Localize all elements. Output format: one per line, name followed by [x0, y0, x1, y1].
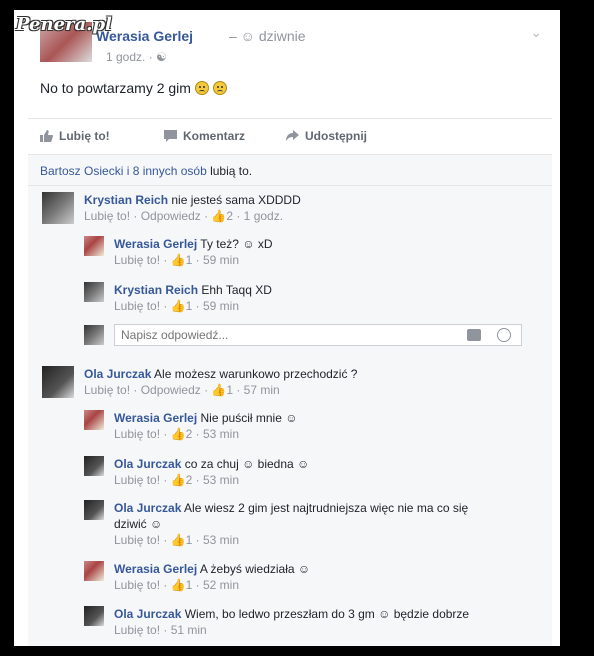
facebook-post-card: Werasia Gerlej – ☺ dziwnie 1 godz. · ☯ ⌄… — [14, 10, 560, 646]
comment-text: Ehh Taqq XD — [201, 283, 272, 297]
comment-text: A żebyś wiedziała ☺ — [199, 562, 311, 576]
comment-author[interactable]: Werasia Gerlej — [114, 411, 197, 425]
reply-input[interactable] — [115, 325, 455, 345]
likes-summary-text[interactable]: Bartosz Osiecki i 8 innych osób lubią to… — [40, 164, 252, 178]
comment-meta[interactable]: Lubię to! · 👍2 · 53 min — [114, 473, 239, 487]
comment-meta[interactable]: Lubię to! · 51 min — [114, 623, 207, 637]
comment-author[interactable]: Werasia Gerlej — [114, 562, 197, 576]
reply: Ola Jurczak co za chuj ☺ biedna ☺ Lubię … — [114, 456, 309, 488]
share-arrow-icon — [286, 130, 299, 141]
reply: Krystian Reich Ehh Taqq XD Lubię to! · 👍… — [114, 282, 272, 314]
reply: Werasia Gerlej Nie puścił mnie ☺ Lubię t… — [114, 410, 297, 442]
friends-icon: ☯ — [156, 50, 167, 64]
comment-meta[interactable]: Lubię to! · 👍1 · 52 min — [114, 578, 239, 592]
reply: Werasia Gerlej A żebyś wiedziała ☺ Lubię… — [114, 561, 310, 593]
comment-meta[interactable]: Lubię to! · 👍2 · 53 min — [114, 427, 239, 441]
share-button[interactable]: Udostępnij — [286, 129, 367, 143]
comment-author[interactable]: Ola Jurczak — [114, 457, 181, 471]
like-button[interactable]: Lubię to! — [40, 129, 110, 143]
watermark-logo: Penera.pl — [16, 14, 112, 35]
comment-text: co za chuj ☺ biedna ☺ — [184, 457, 310, 471]
comment-text: Ty też? ☺ xD — [200, 237, 273, 251]
comment-meta[interactable]: Lubię to! · 👍1 · 53 min — [114, 533, 239, 547]
comment: Krystian Reich nie jesteś sama XDDDD Lub… — [84, 192, 301, 224]
comment-author[interactable]: Werasia Gerlej — [114, 237, 197, 251]
emoji-icon[interactable] — [497, 328, 511, 342]
avatar[interactable] — [84, 456, 104, 476]
comment-button[interactable]: Komentarz — [164, 129, 245, 143]
thumbs-up-icon — [40, 130, 53, 142]
comment-text: nie jesteś sama XDDDD — [171, 193, 301, 207]
comment-meta[interactable]: Lubię to! · Odpowiedz · 👍2 · 1 godz. — [84, 209, 283, 223]
post-text: No to powtarzamy 2 gim — [40, 80, 227, 96]
avatar[interactable] — [84, 561, 104, 581]
reply: Werasia Gerlej Ty też? ☺ xD Lubię to! · … — [114, 236, 273, 268]
confused-emoji-icon — [212, 81, 227, 95]
avatar[interactable] — [84, 606, 104, 626]
avatar[interactable] — [84, 282, 104, 302]
avatar[interactable] — [42, 192, 74, 224]
comment-text: Nie puścił mnie ☺ — [200, 411, 298, 425]
post-feeling[interactable]: – ☺ dziwnie — [229, 28, 306, 44]
comment: Ola Jurczak Ale możesz warunkowo przecho… — [84, 366, 357, 398]
comment-meta[interactable]: Lubię to! · 👍1 · 59 min — [114, 299, 239, 313]
comment-author[interactable]: Ola Jurczak — [114, 607, 181, 621]
comment-text: Wiem, bo ledwo przeszłam do 3 gm ☺ będzi… — [184, 607, 470, 621]
comment-author[interactable]: Krystian Reich — [84, 193, 168, 207]
comment-text: dziwić ☺ — [114, 517, 163, 531]
post-actions-bar: Lubię to! Komentarz Udostępnij — [28, 118, 552, 154]
comment-text: Ale możesz warunkowo przechodzić ? — [154, 367, 358, 381]
confused-emoji-icon — [194, 81, 209, 95]
avatar — [84, 325, 104, 345]
comment-author[interactable]: Ola Jurczak — [84, 367, 151, 381]
comment-author[interactable]: Krystian Reich — [114, 283, 198, 297]
comment-icon — [164, 130, 177, 142]
comment-author[interactable]: Ola Jurczak — [114, 501, 181, 515]
reply-input-box — [114, 324, 522, 346]
reply: Ola Jurczak Wiem, bo ledwo przeszłam do … — [114, 606, 469, 638]
likes-summary: Bartosz Osiecki i 8 innych osób lubią to… — [28, 154, 552, 186]
post-options-chevron-icon[interactable]: ⌄ — [530, 24, 542, 41]
avatar[interactable] — [84, 236, 104, 256]
camera-icon[interactable] — [467, 329, 481, 341]
post-timestamp[interactable]: 1 godz. · ☯ — [106, 50, 167, 64]
avatar[interactable] — [84, 410, 104, 430]
avatar[interactable] — [42, 366, 74, 398]
comment-meta[interactable]: Lubię to! · Odpowiedz · 👍1 · 57 min — [84, 383, 280, 397]
reply: Ola Jurczak Ale wiesz 2 gim jest najtrud… — [114, 500, 468, 548]
comment-meta[interactable]: Lubię to! · 👍1 · 59 min — [114, 253, 239, 267]
avatar[interactable] — [84, 500, 104, 520]
comment-text: Ale wiesz 2 gim jest najtrudniejsza więc… — [184, 501, 469, 515]
